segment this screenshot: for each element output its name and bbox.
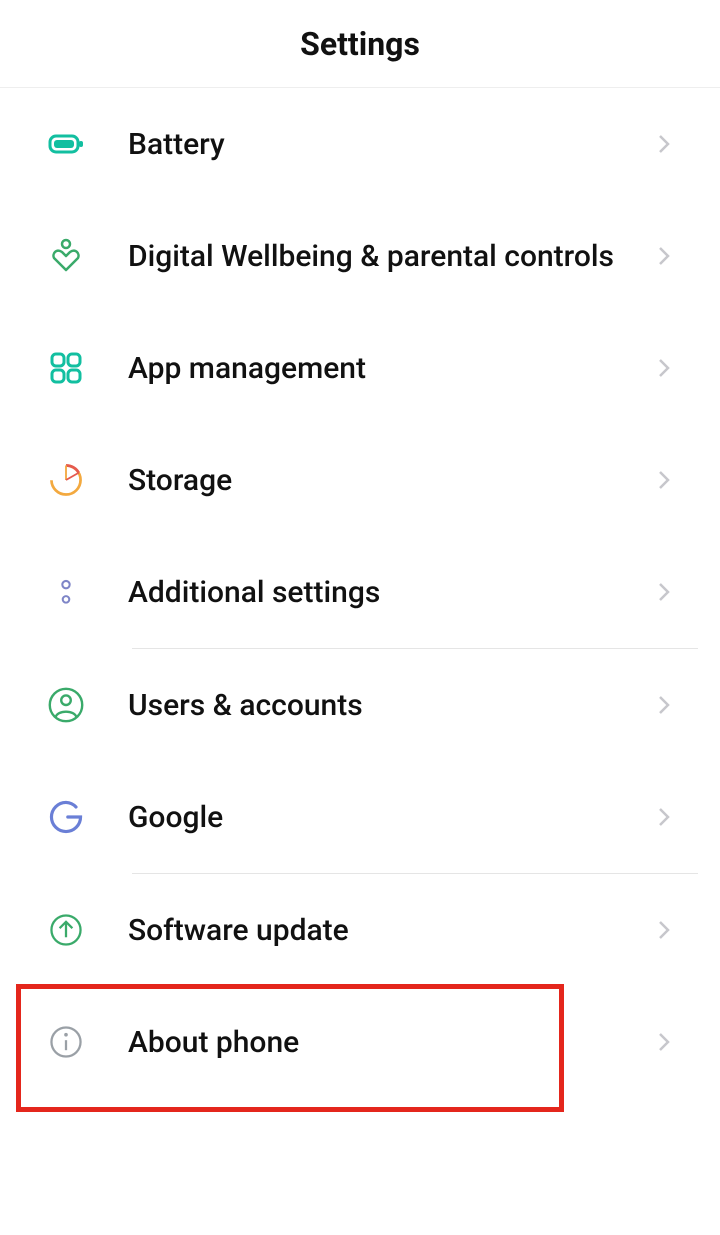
users-icon [44, 683, 88, 727]
additional-icon [44, 570, 88, 614]
chevron-right-icon [652, 918, 676, 942]
item-label: Digital Wellbeing & parental controls [128, 237, 632, 276]
item-label: Software update [128, 911, 632, 950]
item-users-accounts[interactable]: Users & accounts [0, 649, 720, 761]
chevron-right-icon [652, 580, 676, 604]
chevron-right-icon [652, 693, 676, 717]
chevron-right-icon [652, 132, 676, 156]
chevron-right-icon [652, 244, 676, 268]
item-label: Storage [128, 461, 632, 500]
item-label: Google [128, 798, 632, 837]
item-google[interactable]: Google [0, 761, 720, 873]
apps-icon [44, 346, 88, 390]
chevron-right-icon [652, 356, 676, 380]
item-label: About phone [128, 1023, 632, 1062]
battery-icon [44, 122, 88, 166]
item-label: App management [128, 349, 632, 388]
item-label: Users & accounts [128, 686, 632, 725]
chevron-right-icon [652, 805, 676, 829]
wellbeing-icon [44, 234, 88, 278]
item-digital-wellbeing[interactable]: Digital Wellbeing & parental controls [0, 200, 720, 312]
item-app-management[interactable]: App management [0, 312, 720, 424]
header: Settings [0, 0, 720, 88]
item-battery[interactable]: Battery [0, 88, 720, 200]
update-icon [44, 908, 88, 952]
storage-icon [44, 458, 88, 502]
item-label: Additional settings [128, 573, 632, 612]
chevron-right-icon [652, 468, 676, 492]
item-about-phone[interactable]: About phone [0, 986, 720, 1084]
item-label: Battery [128, 125, 632, 164]
item-storage[interactable]: Storage [0, 424, 720, 536]
chevron-right-icon [652, 1030, 676, 1054]
settings-list: Battery Digital Wellbeing & parental con… [0, 88, 720, 1084]
info-icon [44, 1020, 88, 1064]
page-title: Settings [300, 25, 420, 63]
google-icon [44, 795, 88, 839]
item-additional-settings[interactable]: Additional settings [0, 536, 720, 648]
item-software-update[interactable]: Software update [0, 874, 720, 986]
